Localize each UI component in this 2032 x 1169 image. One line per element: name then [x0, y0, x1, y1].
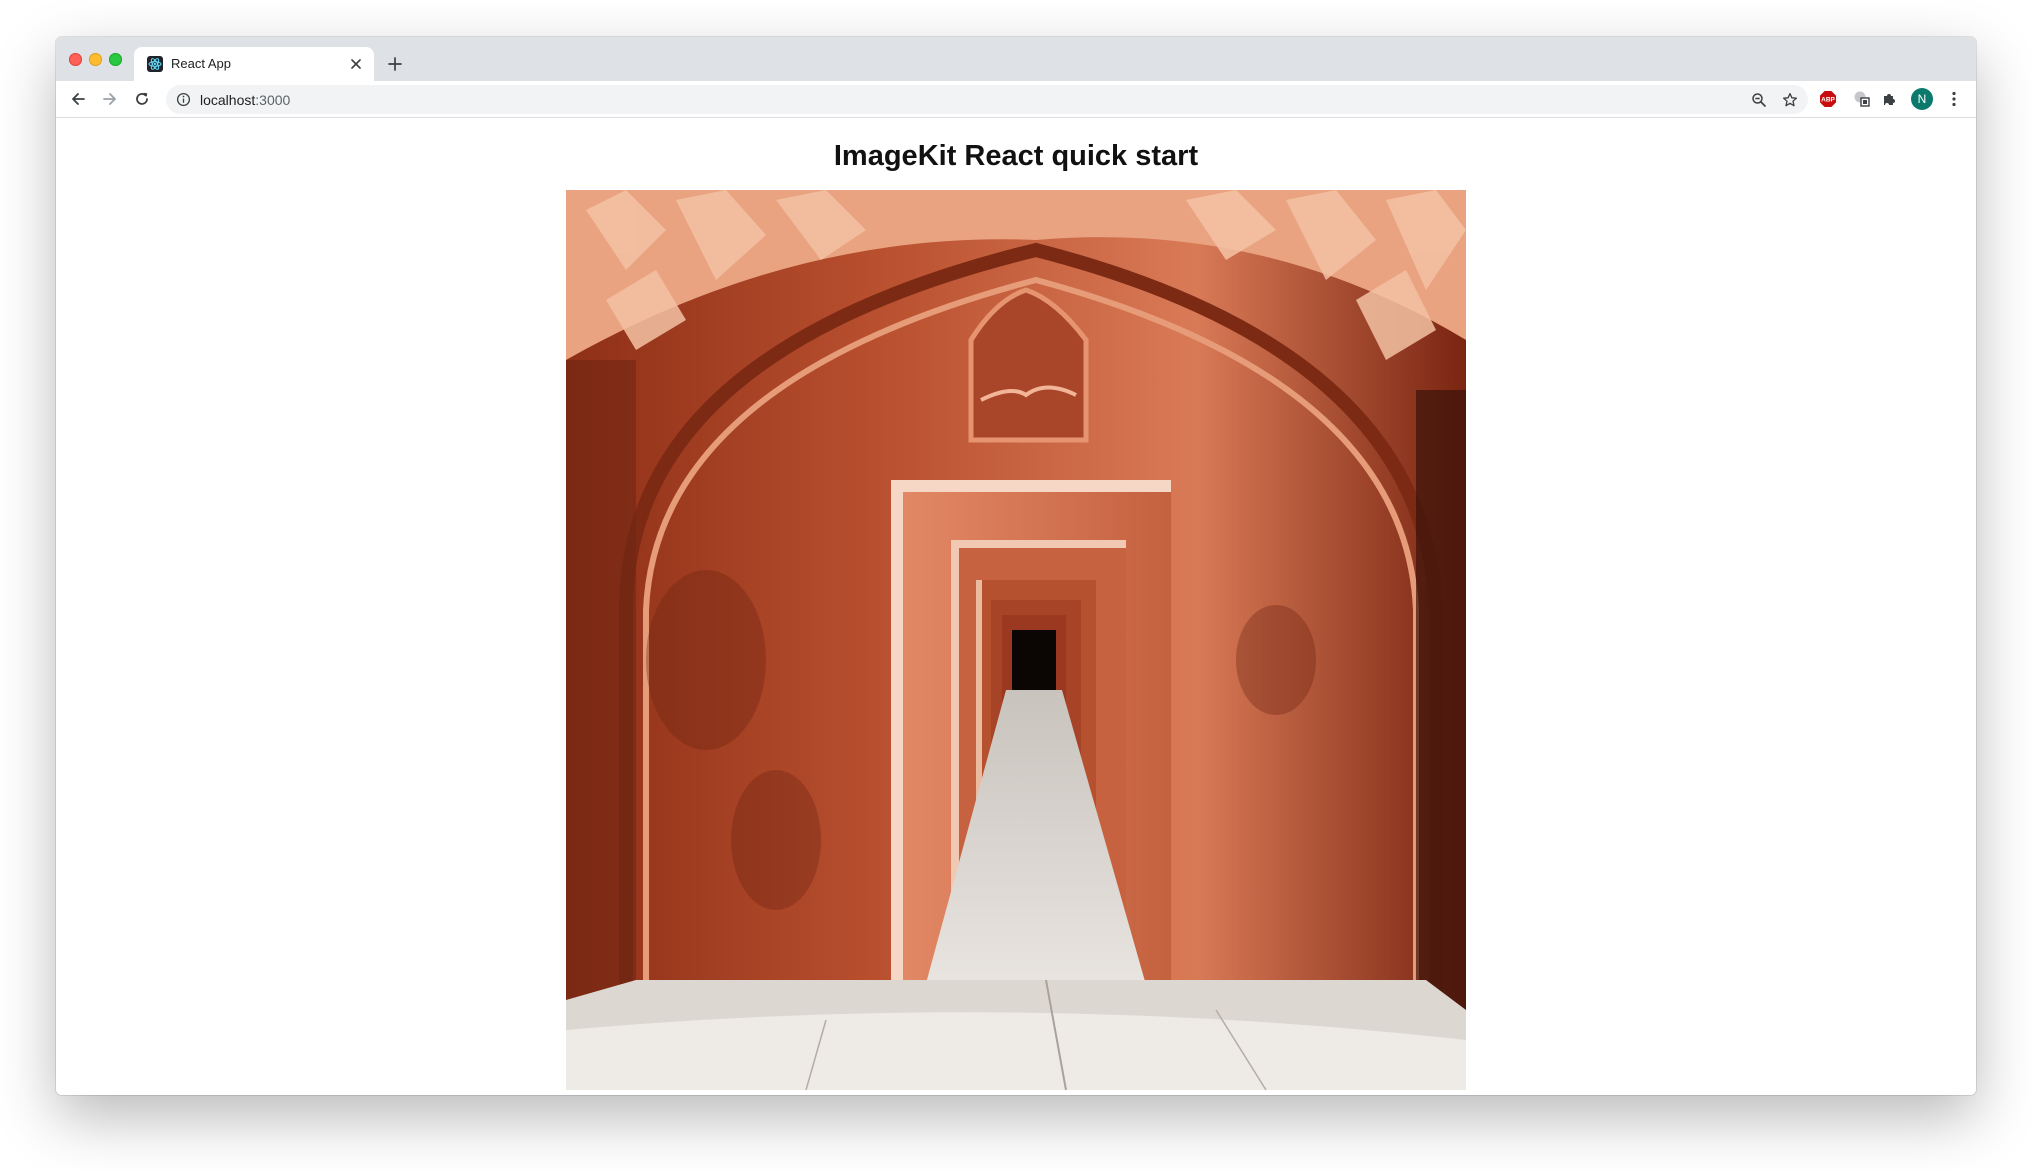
- photo-artwork: [566, 190, 1466, 1090]
- zoom-button[interactable]: [1746, 87, 1772, 113]
- tab-close-button[interactable]: [347, 55, 365, 73]
- extension-button[interactable]: [1849, 86, 1875, 112]
- profile-avatar: N: [1911, 88, 1933, 110]
- page-title: ImageKit React quick start: [833, 140, 1199, 172]
- url-port: :3000: [255, 92, 291, 108]
- forward-button[interactable]: [97, 86, 123, 112]
- tab-react-app[interactable]: React App: [134, 47, 374, 81]
- reload-icon: [136, 92, 148, 105]
- info-icon[interactable]: [176, 92, 191, 107]
- plus-icon: [388, 57, 402, 71]
- close-icon: [351, 59, 361, 69]
- arrow-right-icon: [103, 93, 116, 105]
- svg-text:ABP: ABP: [1821, 97, 1835, 104]
- arrow-left-icon: [72, 93, 85, 105]
- url-host: localhost: [200, 92, 256, 108]
- tab-strip: React App: [56, 37, 1976, 81]
- address-bar[interactable]: localhost:3000: [166, 85, 1808, 114]
- extension-puzzle-icon: [1884, 94, 1895, 105]
- extension-generic-icon: [1854, 91, 1870, 107]
- bookmark-button[interactable]: [1777, 87, 1803, 113]
- profile-button[interactable]: N: [1909, 86, 1935, 112]
- archway-corridor-photo: [566, 190, 1466, 1090]
- extensions-menu-button[interactable]: [1877, 86, 1903, 112]
- reload-button[interactable]: [129, 86, 155, 112]
- page-viewport: ImageKit React quick start: [56, 118, 1976, 1095]
- window-minimize-button[interactable]: [89, 53, 102, 66]
- zoom-out-icon: [1752, 93, 1766, 107]
- window-maximize-button[interactable]: [109, 53, 122, 66]
- star-icon: [1782, 92, 1798, 107]
- new-tab-button[interactable]: [382, 51, 408, 77]
- back-button[interactable]: [65, 86, 91, 112]
- react-atom-icon: [147, 56, 163, 72]
- window-close-button[interactable]: [69, 53, 82, 66]
- adblock-plus-icon: ABP: [1820, 91, 1836, 107]
- adblock-plus-button[interactable]: ABP: [1815, 86, 1841, 112]
- tab-title: React App: [171, 56, 231, 71]
- url-text[interactable]: localhost:3000: [200, 92, 290, 108]
- browser-menu-button[interactable]: [1941, 86, 1967, 112]
- kebab-menu-icon: [1952, 91, 1956, 107]
- browser-toolbar: localhost:3000 ABP N: [56, 81, 1976, 118]
- browser-window: React App localhost:3000 ABP N ImageKit …: [56, 37, 1976, 1095]
